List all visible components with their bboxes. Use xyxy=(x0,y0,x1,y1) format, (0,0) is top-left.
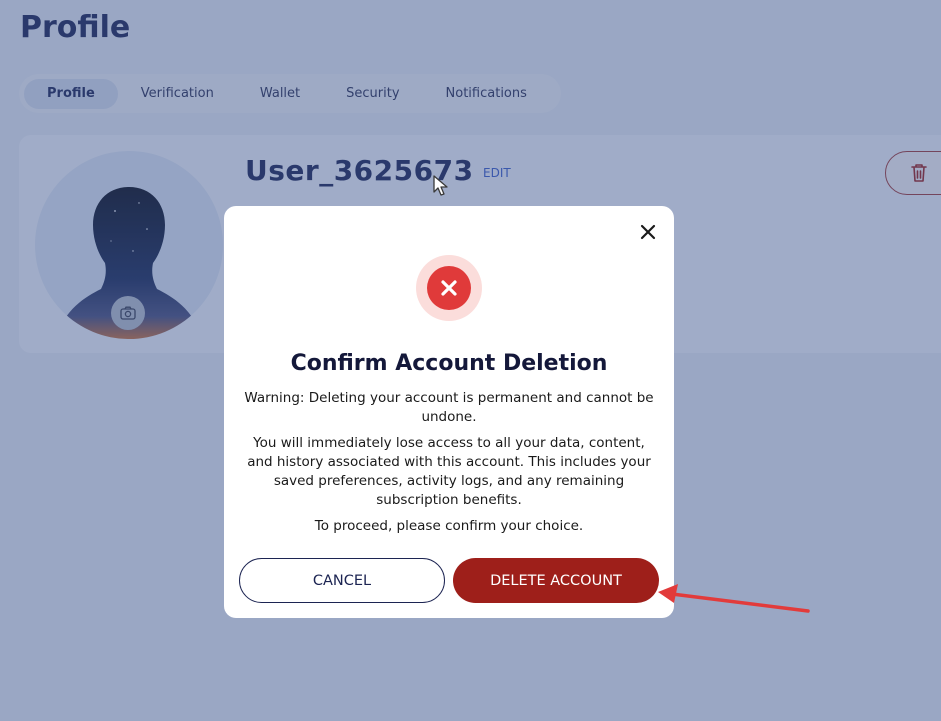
dialog-title: Confirm Account Deletion xyxy=(290,351,608,376)
close-icon xyxy=(640,224,656,240)
annotation-arrow-icon xyxy=(658,584,810,613)
details-text: You will immediately lose access to all … xyxy=(247,435,651,508)
confirm-deletion-dialog: Confirm Account Deletion Warning: Deleti… xyxy=(224,206,674,618)
close-dialog-button[interactable] xyxy=(637,221,659,243)
error-x-icon xyxy=(427,266,471,310)
delete-account-button[interactable]: DELETE ACCOUNT xyxy=(453,558,659,603)
dialog-body: Warning: Deleting your account is perman… xyxy=(242,389,656,543)
mouse-cursor-icon xyxy=(433,175,448,196)
warning-text: Warning: Deleting your account is perman… xyxy=(244,390,654,425)
confirm-prompt-text: To proceed, please confirm your choice. xyxy=(314,518,584,534)
error-icon-halo xyxy=(416,255,482,321)
cancel-button[interactable]: CANCEL xyxy=(239,558,445,603)
